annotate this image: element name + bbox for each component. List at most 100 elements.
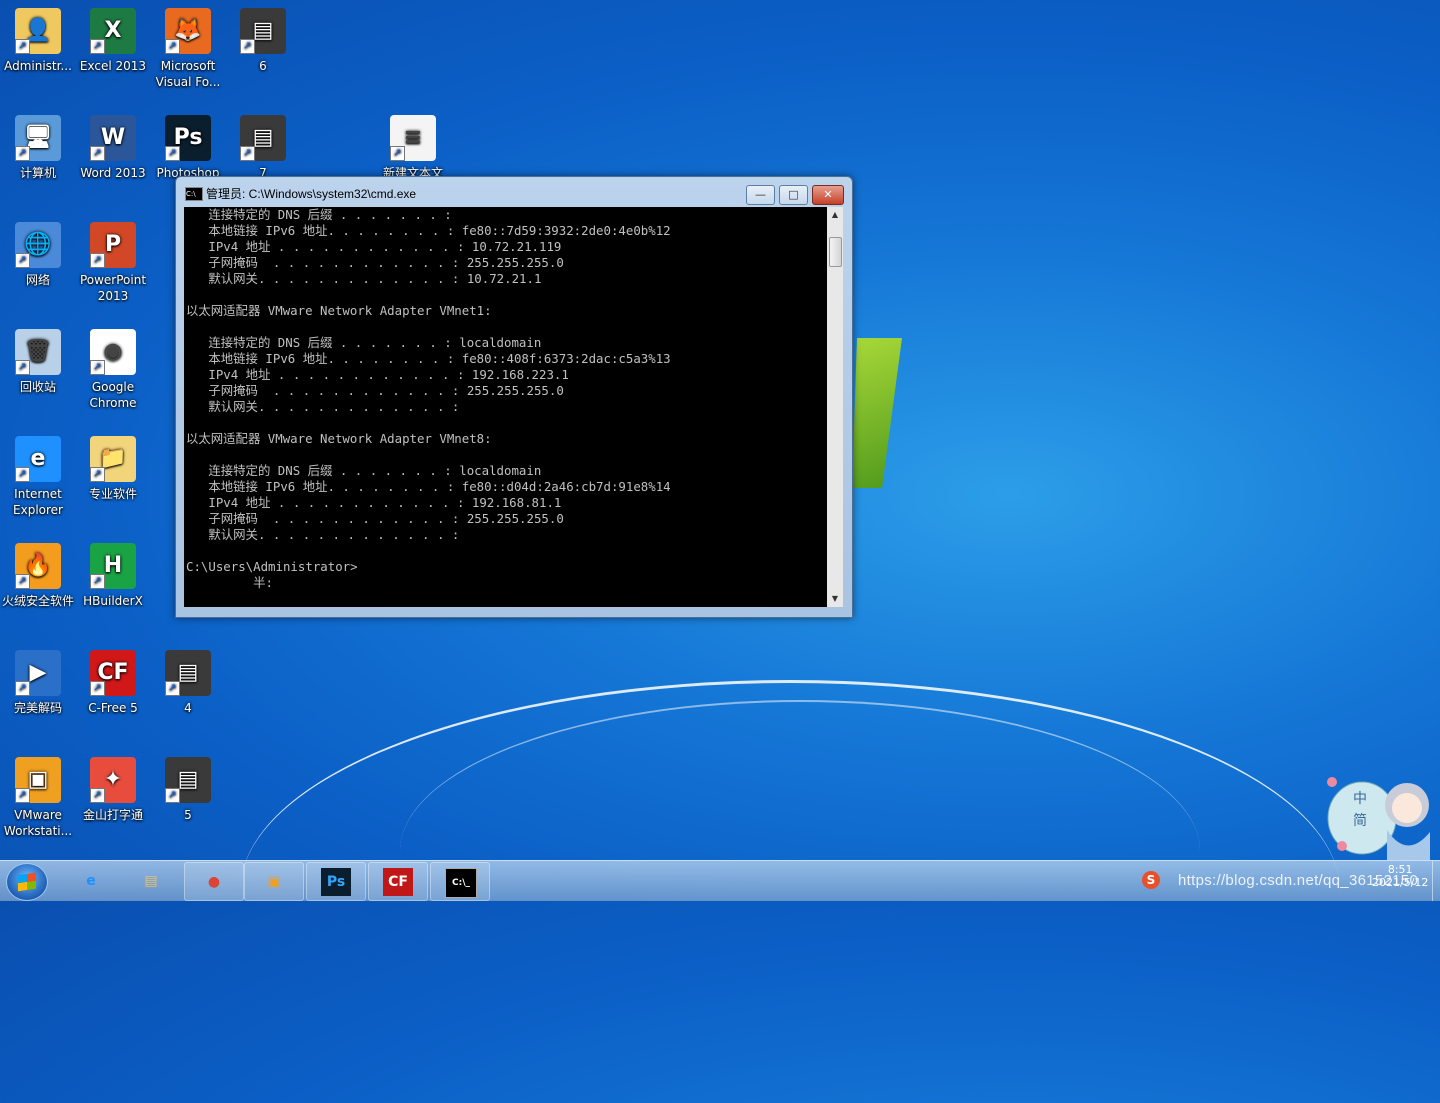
chrome-icon: ◉ ↗ <box>90 329 136 375</box>
console-line: 子网掩码 . . . . . . . . . . . . : 255.255.2… <box>186 383 564 398</box>
chrome-icon: ● <box>207 874 221 890</box>
ime-mode-simplified[interactable]: 简 <box>1353 810 1367 830</box>
screenshot-thumbnail-icon: ▤ ↗ <box>240 115 286 161</box>
desktop-icon[interactable]: P ↗ PowerPoint 2013 <box>75 222 151 304</box>
cmd-window-title: 管理员: C:\Windows\system32\cmd.exe <box>206 187 417 201</box>
desktop-icon[interactable]: 🗑 ↗ 回收站 <box>0 329 76 395</box>
console-line: 本地链接 IPv6 地址. . . . . . . . : fe80::d04d… <box>186 479 671 494</box>
taskbar-item-cmd[interactable]: C:\_ <box>430 862 490 901</box>
desktop-icon[interactable]: ✦ ↗ 金山打字通 <box>75 757 151 823</box>
desktop-icon[interactable]: ▣ ↗ VMware Workstati... <box>0 757 76 839</box>
ime-mode-chinese[interactable]: 中 <box>1353 788 1367 808</box>
show-desktop-button[interactable] <box>1432 861 1440 901</box>
close-button[interactable]: ✕ <box>812 185 844 205</box>
desktop-icon[interactable]: 📁 ↗ 专业软件 <box>75 436 151 502</box>
console-line: IPv4 地址 . . . . . . . . . . . . : 10.72.… <box>186 239 562 254</box>
cfree-icon: CF <box>383 868 413 896</box>
desktop-icon-label: 火绒安全软件 <box>1 594 74 608</box>
console-line: 子网掩码 . . . . . . . . . . . . : 255.255.2… <box>186 255 564 270</box>
console-scrollbar[interactable]: ▲ ▼ <box>827 207 843 607</box>
player-icon: ▶ ↗ <box>15 650 61 696</box>
desktop-icon[interactable]: CF ↗ C-Free 5 <box>75 650 151 716</box>
taskbar-item-vmware[interactable]: ▣ <box>244 862 304 901</box>
desktop-icon[interactable]: ▶ ↗ 完美解码 <box>0 650 76 716</box>
huorong-icon: 🔥 ↗ <box>15 543 61 589</box>
text-file-icon: ≡ ↗ <box>390 115 436 161</box>
desktop-icon[interactable]: 👤 ↗ Administr... <box>0 8 76 74</box>
clock-time: 8:51 <box>1387 863 1413 876</box>
console-line: 本地链接 IPv6 地址. . . . . . . . : fe80::7d59… <box>186 223 671 238</box>
taskbar-item-photoshop[interactable]: Ps <box>306 862 366 901</box>
desktop-icon[interactable]: ≡ ↗ 新建文本文 <box>375 115 451 181</box>
scrollbar-thumb[interactable] <box>829 237 842 267</box>
desktop-icon-label: Word 2013 <box>80 166 146 180</box>
ie-icon: e <box>86 873 96 889</box>
desktop-icon[interactable]: 🦊 ↗ Microsoft Visual Fo... <box>150 8 226 90</box>
desktop-icon[interactable]: e ↗ Internet Explorer <box>0 436 76 518</box>
shortcut-arrow-icon: ↗ <box>165 681 180 696</box>
screenshot-thumbnail-icon: ▤ ↗ <box>240 8 286 54</box>
maximize-button[interactable]: □ <box>779 185 808 205</box>
excel-icon: X ↗ <box>90 8 136 54</box>
console-line: 子网掩码 . . . . . . . . . . . . : 255.255.2… <box>186 511 564 526</box>
desktop-icon[interactable]: W ↗ Word 2013 <box>75 115 151 181</box>
anime-mascot-icon <box>1327 777 1430 860</box>
taskbar-item-cfree[interactable]: CF <box>368 862 428 901</box>
desktop-icon[interactable]: 🔥 ↗ 火绒安全软件 <box>0 543 76 609</box>
desktop-icon[interactable]: ▤ ↗ 6 <box>225 8 301 74</box>
shortcut-arrow-icon: ↗ <box>240 39 255 54</box>
desktop-icon[interactable]: ▤ ↗ 7 <box>225 115 301 181</box>
windows-logo-icon <box>18 872 36 892</box>
cmd-titlebar[interactable]: C:\ 管理员: C:\Windows\system32\cmd.exe — □… <box>176 177 852 207</box>
desktop-icon-label: HBuilderX <box>83 594 143 608</box>
scroll-down-arrow-icon[interactable]: ▼ <box>827 591 843 607</box>
shortcut-arrow-icon: ↗ <box>90 467 105 482</box>
scroll-up-arrow-icon[interactable]: ▲ <box>827 207 843 223</box>
desktop-icon-label: 网络 <box>25 273 50 287</box>
shortcut-arrow-icon: ↗ <box>90 360 105 375</box>
taskbar-item-explorer[interactable]: ▤ <box>122 862 180 899</box>
desktop-icon-label: Administr... <box>4 59 72 73</box>
start-button[interactable] <box>6 863 48 901</box>
network-icon: 🌐 ↗ <box>15 222 61 268</box>
console-line: 默认网关. . . . . . . . . . . . . : <box>186 527 460 542</box>
console-line: 默认网关. . . . . . . . . . . . . : 10.72.21… <box>186 271 542 286</box>
ie-icon: e ↗ <box>15 436 61 482</box>
word-icon: W ↗ <box>90 115 136 161</box>
console-line: 连接特定的 DNS 后缀 . . . . . . . : localdomain <box>186 335 542 350</box>
desktop-icon[interactable]: ▤ ↗ 4 <box>150 650 226 716</box>
desktop-icon[interactable]: ◉ ↗ Google Chrome <box>75 329 151 411</box>
console-line: 连接特定的 DNS 后缀 . . . . . . . : <box>186 207 452 222</box>
desktop-icon[interactable]: H ↗ HBuilderX <box>75 543 151 609</box>
taskbar-clock[interactable]: 8:51 2021/5/12 <box>1372 863 1428 889</box>
taskbar-item-chrome[interactable]: ● <box>184 862 244 901</box>
wallpaper-light-streak <box>400 700 1200 1002</box>
wallpaper-logo-shape <box>852 338 902 488</box>
computer-icon: 🖥 ↗ <box>15 115 61 161</box>
minimize-button[interactable]: — <box>746 185 775 205</box>
taskbar-item-ie[interactable]: e <box>62 862 120 899</box>
desktop-icon-label: VMware Workstati... <box>3 808 73 838</box>
shortcut-arrow-icon: ↗ <box>90 681 105 696</box>
desktop-icon[interactable]: ▤ ↗ 5 <box>150 757 226 823</box>
screenshot-thumbnail-icon: ▤ ↗ <box>165 650 211 696</box>
shortcut-arrow-icon: ↗ <box>15 39 30 54</box>
shortcut-arrow-icon: ↗ <box>90 574 105 589</box>
desktop-icon[interactable]: X ↗ Excel 2013 <box>75 8 151 74</box>
sogou-ime-icon[interactable]: S <box>1142 871 1160 889</box>
vmware-icon: ▣ ↗ <box>15 757 61 803</box>
console-line: 连接特定的 DNS 后缀 . . . . . . . : localdomain <box>186 463 542 478</box>
desktop-icon[interactable]: 🖥 ↗ 计算机 <box>0 115 76 181</box>
shortcut-arrow-icon: ↗ <box>15 360 30 375</box>
cmd-console-output[interactable]: 连接特定的 DNS 后缀 . . . . . . . : 本地链接 IPv6 地… <box>184 207 828 607</box>
desktop-icon[interactable]: 🌐 ↗ 网络 <box>0 222 76 288</box>
ime-mascot-widget[interactable]: 中 简 <box>1312 760 1440 860</box>
cmd-window[interactable]: C:\ 管理员: C:\Windows\system32\cmd.exe — □… <box>175 176 853 618</box>
vmware-icon: ▣ <box>267 874 281 890</box>
shortcut-arrow-icon: ↗ <box>165 39 180 54</box>
